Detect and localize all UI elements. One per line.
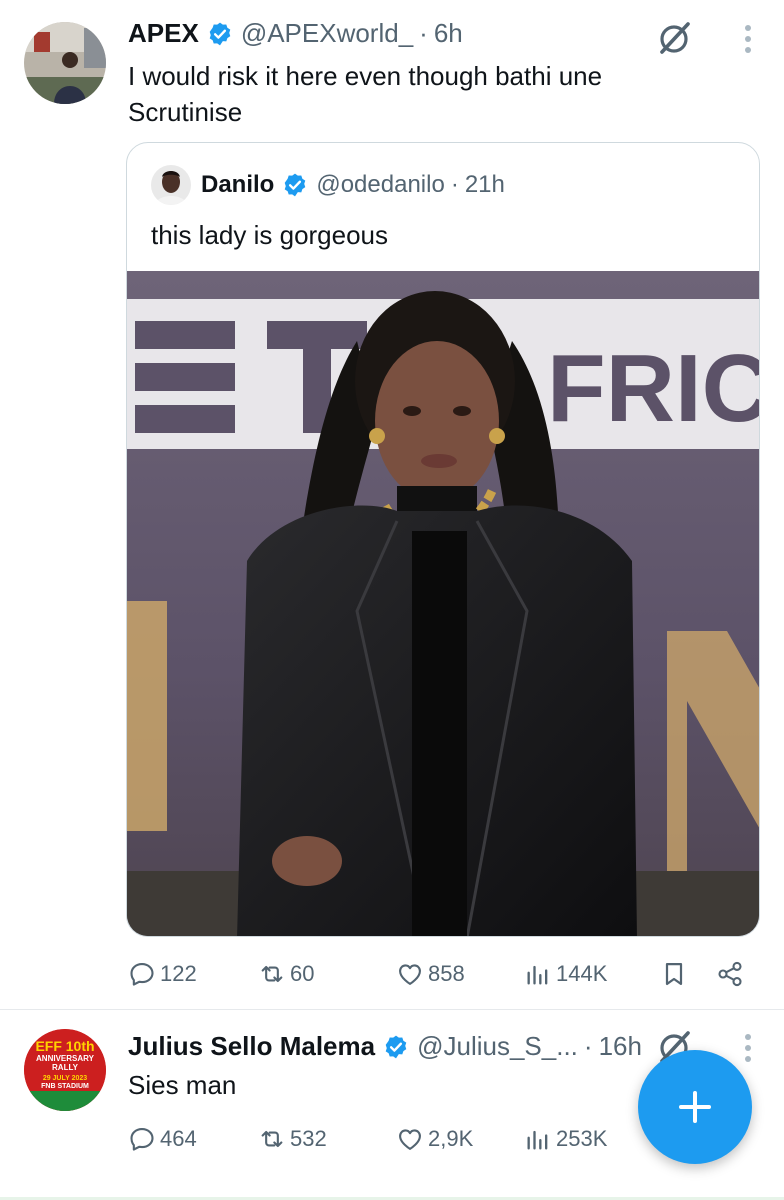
tweet-text: I would risk it here even though bathi u… bbox=[128, 58, 602, 130]
quote-media-photo[interactable]: FRICA bbox=[127, 271, 760, 937]
quote-header: Danilo @odedanilo · 21h bbox=[201, 171, 505, 199]
repost-button[interactable]: 60 bbox=[258, 954, 314, 994]
like-count: 2,9K bbox=[428, 1126, 474, 1151]
avatar-danilo[interactable] bbox=[151, 165, 191, 205]
backdrop-text: FRICA bbox=[547, 335, 760, 442]
repost-button[interactable]: 532 bbox=[258, 1119, 327, 1159]
reply-button[interactable]: 464 bbox=[128, 1119, 197, 1159]
reply-icon bbox=[130, 1128, 154, 1151]
avatar-malema[interactable]: EFF 10th ANNIVERSARY RALLY 29 JULY 2023 … bbox=[24, 1029, 106, 1111]
quote-timestamp[interactable]: 21h bbox=[465, 171, 505, 199]
avatar-text: EFF 10th bbox=[35, 1038, 94, 1054]
more-icon[interactable] bbox=[742, 1033, 754, 1063]
repost-icon bbox=[261, 965, 283, 983]
separator-dot: · bbox=[419, 18, 428, 48]
avatar-apex[interactable] bbox=[24, 22, 106, 104]
timestamp[interactable]: 16h bbox=[599, 1031, 642, 1062]
quote-text: this lady is gorgeous bbox=[151, 220, 389, 250]
repost-count: 532 bbox=[290, 1126, 327, 1151]
quote-author-name[interactable]: Danilo bbox=[201, 171, 274, 199]
views-icon bbox=[527, 965, 548, 985]
tweet-actions: 122 60 858 144K bbox=[128, 954, 748, 994]
repost-count: 60 bbox=[290, 961, 315, 986]
tweet-apex[interactable]: APEX @APEXworld_ · 6h I would risk it he… bbox=[0, 0, 784, 1010]
avatar-text: RALLY bbox=[52, 1063, 79, 1072]
author-handle[interactable]: @APEXworld_ bbox=[241, 18, 413, 49]
share-icon[interactable] bbox=[716, 960, 744, 988]
like-button[interactable]: 858 bbox=[396, 954, 465, 994]
separator-dot: · bbox=[583, 1031, 593, 1061]
reply-icon bbox=[130, 963, 154, 986]
views-count: 253K bbox=[556, 1126, 608, 1151]
compose-button[interactable] bbox=[638, 1050, 752, 1164]
more-icon[interactable] bbox=[742, 24, 754, 54]
bookmark-icon[interactable] bbox=[660, 960, 688, 988]
grok-icon[interactable] bbox=[654, 18, 694, 58]
avatar-text: 29 JULY 2023 bbox=[43, 1075, 87, 1082]
timestamp[interactable]: 6h bbox=[434, 18, 463, 49]
views-icon bbox=[527, 1130, 548, 1150]
avatar-text: FNB STADIUM bbox=[41, 1083, 89, 1090]
quoted-tweet[interactable]: Danilo @odedanilo · 21h this lady is gor… bbox=[126, 142, 760, 937]
quote-author-handle[interactable]: @odedanilo bbox=[316, 171, 444, 199]
tweet-header: Julius Sello Malema @Julius_S_... · 16h bbox=[128, 1031, 642, 1062]
verified-badge-icon bbox=[285, 173, 306, 197]
like-count: 858 bbox=[428, 961, 465, 986]
tweet-text-line: Scrutinise bbox=[128, 97, 243, 127]
repost-icon bbox=[261, 1130, 283, 1148]
author-handle[interactable]: @Julius_S_... bbox=[417, 1031, 578, 1062]
views-button[interactable]: 253K bbox=[524, 1119, 607, 1159]
like-icon bbox=[399, 964, 421, 985]
author-name[interactable]: Julius Sello Malema bbox=[128, 1031, 375, 1062]
like-button[interactable]: 2,9K bbox=[396, 1119, 473, 1159]
reply-count: 122 bbox=[160, 961, 197, 986]
tweet-text: Sies man bbox=[128, 1070, 237, 1100]
verified-badge-icon bbox=[209, 22, 231, 45]
like-icon bbox=[399, 1129, 421, 1150]
author-name[interactable]: APEX bbox=[128, 18, 199, 49]
reply-button[interactable]: 122 bbox=[128, 954, 197, 994]
tweet-header: APEX @APEXworld_ · 6h bbox=[128, 18, 463, 49]
views-count: 144K bbox=[556, 961, 608, 986]
avatar-text: ANNIVERSARY bbox=[36, 1054, 95, 1063]
tweet-text-line: I would risk it here even though bathi u… bbox=[128, 61, 603, 91]
views-button[interactable]: 144K bbox=[524, 954, 607, 994]
compose-plus-icon bbox=[679, 1091, 711, 1123]
reply-count: 464 bbox=[160, 1126, 197, 1151]
verified-badge-icon bbox=[385, 1035, 407, 1058]
separator-dot: · bbox=[450, 171, 459, 198]
